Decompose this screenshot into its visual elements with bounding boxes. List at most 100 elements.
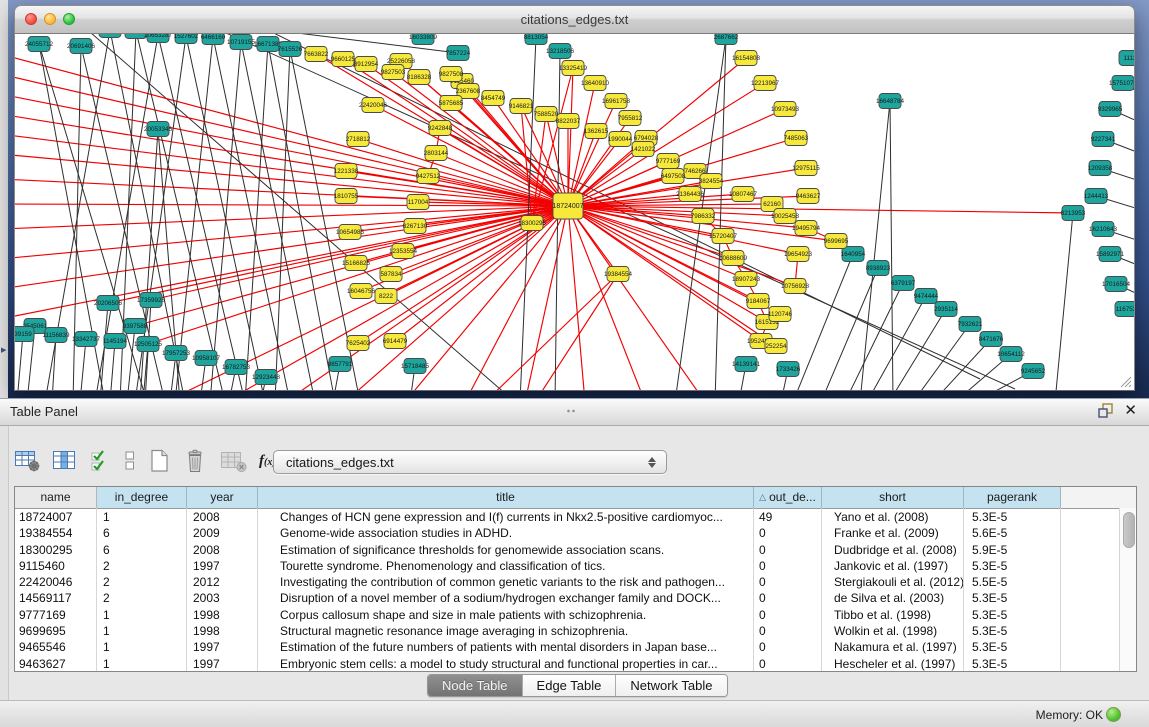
graph-node[interactable]: 9146821 bbox=[509, 99, 534, 114]
graph-node[interactable]: 17957253 bbox=[162, 346, 191, 361]
graph-node[interactable]: 7955812 bbox=[618, 111, 643, 126]
column-header-year[interactable]: year bbox=[187, 487, 258, 508]
graph-node[interactable]: 15718485 bbox=[401, 359, 430, 374]
graph-node[interactable]: 17016504 bbox=[1102, 277, 1131, 292]
graph-node[interactable]: 587834 bbox=[380, 267, 402, 282]
graph-node[interactable]: 18907243 bbox=[732, 272, 761, 287]
table-row[interactable]: 1456911722003Disruption of a novel membe… bbox=[15, 590, 1136, 606]
graph-node[interactable]: 3824554 bbox=[699, 174, 724, 189]
graph-node[interactable]: 8813054 bbox=[524, 34, 549, 45]
network-canvas[interactable]: 1872400724055712206914061065328715276026… bbox=[14, 34, 1135, 391]
graph-node[interactable]: 9827508 bbox=[439, 67, 464, 82]
graph-node[interactable]: 19654923 bbox=[784, 247, 813, 262]
graph-node[interactable]: 1733426 bbox=[776, 362, 801, 377]
graph-node[interactable]: 1421022 bbox=[631, 142, 656, 157]
graph-node[interactable]: 7625402 bbox=[346, 336, 371, 351]
graph-node[interactable]: 1527602 bbox=[174, 34, 199, 44]
graph-node[interactable]: 15892971 bbox=[1096, 247, 1125, 262]
graph-node[interactable]: 7857224 bbox=[446, 46, 471, 61]
table-row[interactable]: 911546021997Tourette syndrome. Phenomeno… bbox=[15, 558, 1136, 574]
graph-node[interactable]: 1145194 bbox=[103, 334, 128, 349]
table-row[interactable]: 1830029562008Estimation of significance … bbox=[15, 542, 1136, 558]
graph-node[interactable]: 39159 bbox=[15, 327, 34, 342]
graph-node[interactable]: 9777169 bbox=[656, 154, 681, 169]
show-columns-icon[interactable] bbox=[52, 449, 79, 473]
graph-node[interactable]: 10688609 bbox=[719, 251, 748, 266]
graph-node[interactable]: 15751074 bbox=[1109, 76, 1134, 91]
graph-node[interactable]: 7485063 bbox=[784, 131, 809, 146]
graph-node[interactable]: 20691406 bbox=[67, 39, 96, 54]
graph-node[interactable]: 16782753 bbox=[222, 360, 251, 375]
graph-node[interactable]: 13342737 bbox=[72, 332, 101, 347]
graph-node[interactable]: 6914479 bbox=[383, 334, 408, 349]
graph-node[interactable]: 12923448 bbox=[252, 370, 281, 385]
splitter-handle[interactable] bbox=[566, 409, 576, 413]
column-header-out_de[interactable]: △out_de... bbox=[754, 487, 822, 508]
graph-node[interactable]: 12213967 bbox=[751, 76, 780, 91]
graph-node[interactable]: 7615526 bbox=[278, 42, 303, 57]
graph-node[interactable]: 7986332 bbox=[691, 209, 716, 224]
network-window-titlebar[interactable]: citations_edges.txt bbox=[14, 5, 1135, 34]
column-header-name[interactable]: name bbox=[15, 487, 97, 508]
panel-collapse-arrow-icon[interactable]: ▶ bbox=[1, 346, 6, 354]
graph-node[interactable]: 9827503 bbox=[381, 65, 406, 80]
graph-node[interactable]: 8822037 bbox=[556, 114, 581, 129]
graph-node[interactable]: 13218506 bbox=[546, 44, 575, 59]
graph-node[interactable]: 10654112 bbox=[997, 347, 1025, 362]
graph-node[interactable]: 14139141 bbox=[732, 357, 761, 372]
table-row[interactable]: 1938455462009Genome-wide association stu… bbox=[15, 525, 1136, 541]
tab-node-table[interactable]: Node Table bbox=[428, 675, 523, 696]
graph-node[interactable]: 8213953 bbox=[1061, 206, 1086, 221]
graph-node[interactable]: 10025458 bbox=[771, 209, 800, 224]
graph-node[interactable]: 10756928 bbox=[781, 279, 810, 294]
hub-node[interactable]: 18724007 bbox=[552, 193, 583, 219]
graph-node[interactable]: 12975115 bbox=[792, 161, 820, 176]
graph-node[interactable]: 116753 bbox=[1115, 302, 1134, 317]
graph-node[interactable]: 22420046 bbox=[359, 98, 388, 113]
column-header-short[interactable]: short bbox=[822, 487, 964, 508]
graph-node[interactable]: 16033809 bbox=[409, 34, 438, 45]
graph-node[interactable]: 117004 bbox=[407, 195, 429, 210]
scrollbar-thumb[interactable] bbox=[1123, 512, 1135, 548]
column-header-title[interactable]: title bbox=[258, 487, 754, 508]
graph-node[interactable]: 10719155 bbox=[227, 35, 256, 50]
graph-node[interactable]: 9474444 bbox=[914, 289, 939, 304]
close-panel-icon[interactable]: ✕ bbox=[1124, 403, 1137, 418]
graph-node[interactable]: 15166825 bbox=[342, 256, 371, 271]
table-row[interactable]: 2242004622012Investigating the contribut… bbox=[15, 574, 1136, 590]
graph-node[interactable]: 10654985 bbox=[336, 225, 365, 240]
graph-node[interactable]: 15720407 bbox=[709, 229, 738, 244]
graph-node[interactable]: 5875685 bbox=[439, 96, 464, 111]
graph-node[interactable]: 1209358 bbox=[1088, 161, 1113, 176]
graph-node[interactable]: 1362615 bbox=[584, 124, 609, 139]
graph-node[interactable]: 18300295 bbox=[518, 216, 547, 231]
graph-node[interactable]: 9329965 bbox=[1098, 102, 1123, 117]
graph-node[interactable]: 16210643 bbox=[1089, 222, 1118, 237]
table-row[interactable]: 946362711997Embryonic stem cells: a mode… bbox=[15, 656, 1136, 672]
table-selector[interactable]: citations_edges.txt bbox=[273, 450, 667, 474]
graph-node[interactable]: 1120746 bbox=[768, 307, 793, 322]
graph-node[interactable]: 17359928 bbox=[137, 293, 166, 308]
delete-selected-icon[interactable] bbox=[183, 449, 209, 473]
graph-node[interactable]: 9227341 bbox=[1091, 132, 1116, 147]
column-header-pagerank[interactable]: pagerank bbox=[964, 487, 1061, 508]
graph-node[interactable]: 2935114 bbox=[934, 302, 959, 317]
graph-node[interactable]: 8222 bbox=[375, 289, 397, 304]
graph-node[interactable]: 19384554 bbox=[604, 267, 633, 282]
graph-node[interactable]: 252254 bbox=[765, 339, 787, 354]
graph-node[interactable]: 16154808 bbox=[732, 51, 761, 66]
column-header-in_degree[interactable]: in_degree bbox=[97, 487, 187, 508]
graph-node[interactable]: 1990044 bbox=[608, 132, 633, 147]
graph-node[interactable]: 12353554 bbox=[389, 244, 418, 259]
table-row[interactable]: 969969511998Structural magnetic resonanc… bbox=[15, 623, 1136, 639]
graph-node[interactable]: 9857791 bbox=[328, 357, 353, 372]
graph-node[interactable] bbox=[99, 34, 121, 38]
clear-selection-icon[interactable] bbox=[123, 449, 137, 473]
graph-node[interactable]: 10807467 bbox=[729, 187, 758, 202]
graph-node[interactable]: 16046756 bbox=[347, 284, 376, 299]
graph-node[interactable]: 9184067 bbox=[746, 294, 771, 309]
graph-node[interactable]: 8912954 bbox=[354, 57, 379, 72]
graph-node[interactable]: 2687662 bbox=[714, 34, 739, 45]
graph-node[interactable]: 9397588 bbox=[123, 319, 148, 334]
graph-node[interactable]: 8471676 bbox=[979, 332, 1004, 347]
